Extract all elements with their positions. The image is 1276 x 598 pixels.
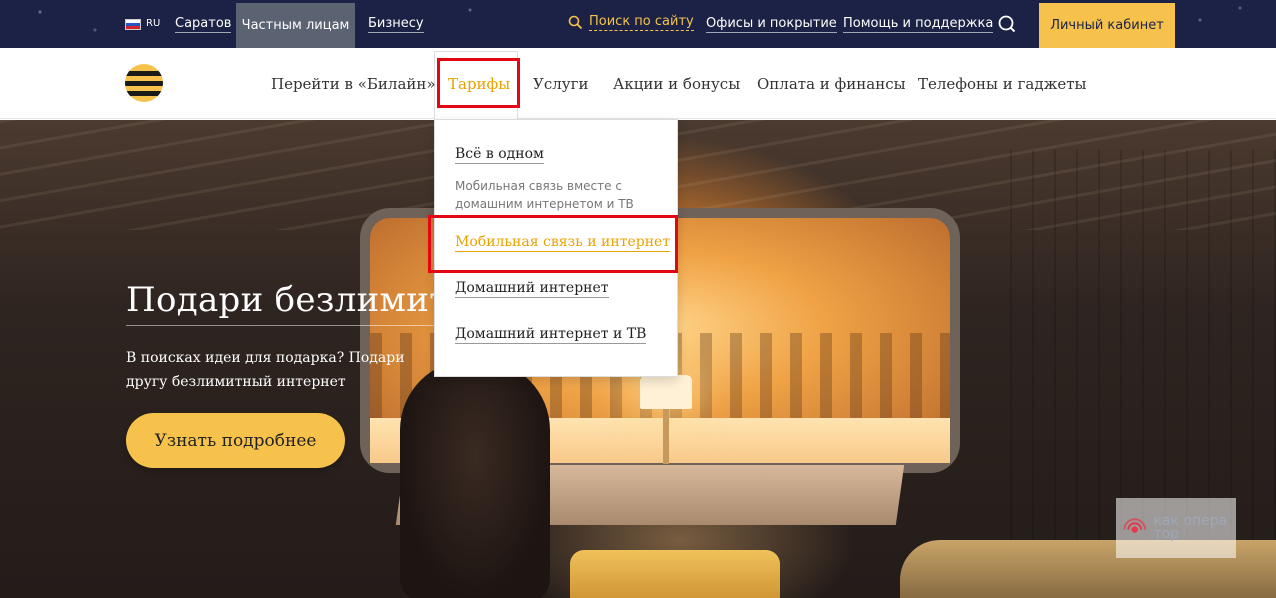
hero-wall-decoration <box>1010 150 1276 550</box>
main-nav: Перейти в «Билайн» Тарифы Услуги Акции и… <box>0 48 1276 119</box>
russia-flag-icon[interactable] <box>125 19 141 30</box>
site-search-label: Поиск по сайту <box>589 14 694 31</box>
nav-item-payment[interactable]: Оплата и финансы <box>757 74 906 94</box>
hero-person-image <box>400 360 550 598</box>
nav-item-services[interactable]: Услуги <box>533 74 588 94</box>
tariffs-highlight-frame <box>437 58 520 108</box>
offices-link[interactable]: Офисы и покрытие <box>706 16 837 33</box>
top-bar: RU Саратов Частным лицам Бизнесу Поиск п… <box>0 0 1276 48</box>
menu-item-all-in-one-description: Мобильная связь вместе с домашним интерн… <box>455 179 634 211</box>
learn-more-button[interactable]: Узнать подробнее <box>126 413 345 468</box>
search-icon <box>568 15 583 30</box>
nav-item-beeline[interactable]: Перейти в «Билайн» <box>271 74 436 94</box>
segment-business-link[interactable]: Бизнесу <box>368 16 424 33</box>
language-selector[interactable]: RU <box>146 18 160 29</box>
menu-item-home-internet-tv[interactable]: Домашний интернет и ТВ <box>455 325 647 344</box>
beeline-logo[interactable] <box>125 64 163 102</box>
help-link[interactable]: Помощь и поддержка <box>843 16 994 33</box>
chat-search-icon[interactable] <box>998 15 1016 33</box>
signal-icon <box>1123 518 1147 533</box>
hero-subtitle: В поисках идеи для подарка? Подари другу… <box>126 350 405 390</box>
hero-lamp-image <box>640 375 692 409</box>
personal-account-label: Личный кабинет <box>1050 18 1164 33</box>
watermark-logo: как опера тор <box>1116 498 1236 558</box>
segment-private-tab[interactable]: Частным лицам <box>236 3 355 48</box>
city-selector[interactable]: Саратов <box>175 16 232 33</box>
hero-headline: Подари безлимит <box>126 280 449 320</box>
watermark-text: как опера тор <box>1153 513 1228 542</box>
site-search-link[interactable]: Поиск по сайту <box>568 14 694 31</box>
mobile-internet-highlight-frame <box>428 215 678 273</box>
menu-item-home-internet[interactable]: Домашний интернет <box>455 279 609 298</box>
nav-item-phones[interactable]: Телефоны и гаджеты <box>918 74 1086 94</box>
learn-more-label: Узнать подробнее <box>154 430 317 451</box>
menu-item-all-in-one[interactable]: Всё в одном <box>455 145 544 164</box>
hero-headline-underline <box>126 325 446 326</box>
nav-item-promotions[interactable]: Акции и бонусы <box>613 74 740 94</box>
hero-suitcase-image <box>570 550 780 598</box>
segment-private-label: Частным лицам <box>241 18 350 33</box>
personal-account-button[interactable]: Личный кабинет <box>1039 3 1175 48</box>
